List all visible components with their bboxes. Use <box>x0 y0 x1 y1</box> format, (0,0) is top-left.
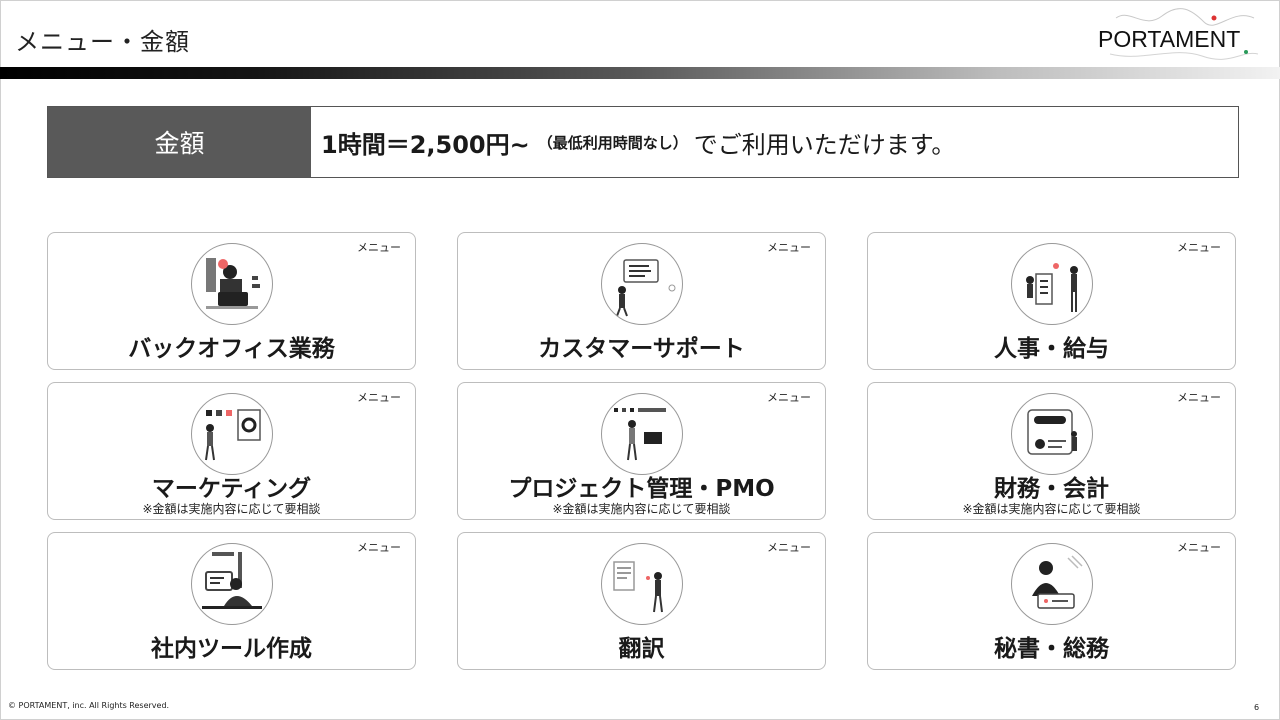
price-note: （最低利用時間なし） <box>537 133 688 152</box>
menu-card-marketing: メニュー マーケティング ※金額は実施内容に応じて要相談 <box>47 382 416 520</box>
menu-card-name: 社内ツール作成 <box>151 636 312 662</box>
menu-grid: メニュー バックオフィス業務 メニュー カスタマーサポート メニュー 人事・給与… <box>46 231 1238 673</box>
menu-card-secretary: メニュー 秘書・総務 <box>867 532 1236 670</box>
customer-support-icon <box>600 243 683 325</box>
menu-card-name: プロジェクト管理・PMO <box>508 476 775 502</box>
menu-tag: メニュー <box>767 391 811 404</box>
menu-tag: メニュー <box>1177 241 1221 254</box>
menu-card-name: 秘書・総務 <box>994 636 1109 662</box>
internal-tools-icon <box>190 543 273 625</box>
menu-card-translation: メニュー 翻訳 <box>457 532 826 670</box>
hr-payroll-icon <box>1010 243 1093 325</box>
price-row: 金額 1時間＝2,500円~ （最低利用時間なし） でご利用いただけます。 <box>47 106 1239 178</box>
menu-card-name: 財務・会計 <box>994 476 1109 502</box>
logo-text: PORTAMENT <box>1098 26 1241 52</box>
menu-card-name: 翻訳 <box>618 636 665 662</box>
menu-card-project-management: メニュー プロジェクト管理・PMO ※金額は実施内容に応じて要相談 <box>457 382 826 520</box>
menu-card-finance-accounting: メニュー 財務・会計 ※金額は実施内容に応じて要相談 <box>867 382 1236 520</box>
copyright-footer: © PORTAMENT, inc. All Rights Reserved. <box>8 701 170 710</box>
back-office-icon <box>190 243 273 325</box>
menu-card-note: ※金額は実施内容に応じて要相談 <box>962 502 1141 516</box>
menu-card-back-office: メニュー バックオフィス業務 <box>47 232 416 370</box>
menu-card-name: マーケティング <box>151 476 312 502</box>
menu-card-name: カスタマーサポート <box>538 336 745 362</box>
page-number: 6 <box>1254 703 1260 712</box>
menu-tag: メニュー <box>357 541 401 554</box>
menu-tag: メニュー <box>1177 391 1221 404</box>
menu-tag: メニュー <box>767 241 811 254</box>
menu-card-internal-tools: メニュー 社内ツール作成 <box>47 532 416 670</box>
price-text: 1時間＝2,500円~ （最低利用時間なし） でご利用いただけます。 <box>311 107 955 177</box>
secretary-general-affairs-icon <box>1010 543 1093 625</box>
menu-card-name: バックオフィス業務 <box>128 336 335 362</box>
translation-icon <box>600 543 683 625</box>
menu-card-customer-support: メニュー カスタマーサポート <box>457 232 826 370</box>
menu-card-note: ※金額は実施内容に応じて要相談 <box>142 502 321 516</box>
price-label: 金額 <box>48 107 311 177</box>
menu-card-hr-payroll: メニュー 人事・給与 <box>867 232 1236 370</box>
menu-tag: メニュー <box>1177 541 1221 554</box>
menu-card-name: 人事・給与 <box>994 336 1109 362</box>
menu-tag: メニュー <box>767 541 811 554</box>
finance-accounting-icon <box>1010 393 1093 475</box>
menu-tag: メニュー <box>357 391 401 404</box>
marketing-icon <box>190 393 273 475</box>
page-title: メニュー・金額 <box>15 28 190 56</box>
menu-tag: メニュー <box>357 241 401 254</box>
header-gradient-bar <box>0 67 1280 79</box>
portament-logo: PORTAMENT <box>1082 6 1262 64</box>
price-suffix: でご利用いただけます。 <box>693 130 956 159</box>
project-management-icon <box>600 393 683 475</box>
price-main: 1時間＝2,500円~ <box>321 130 530 159</box>
menu-card-note: ※金額は実施内容に応じて要相談 <box>552 502 731 516</box>
